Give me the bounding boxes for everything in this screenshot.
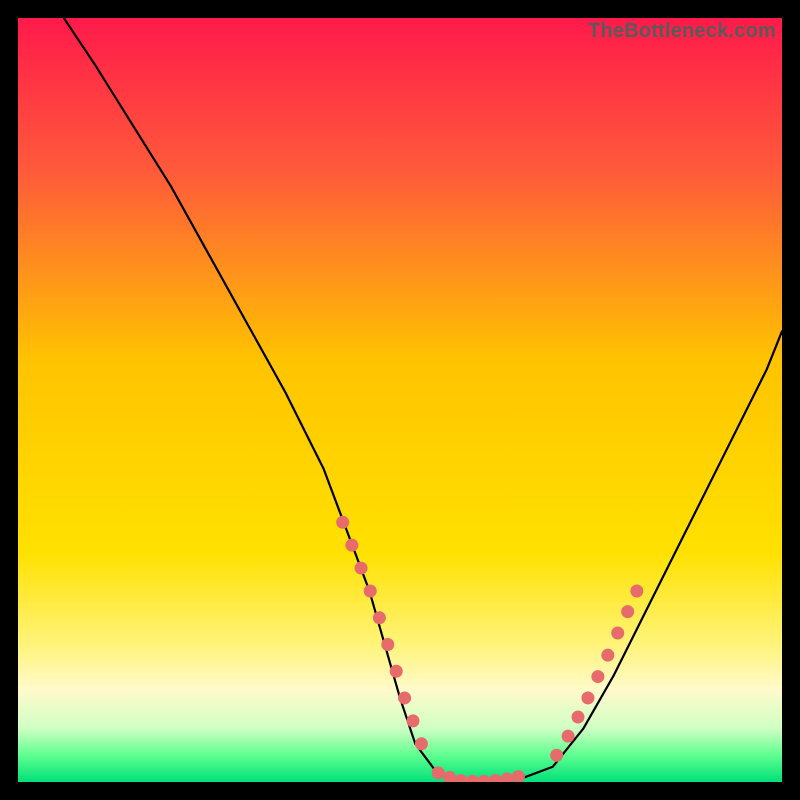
marker-dot <box>630 585 643 598</box>
watermark-text: TheBottleneck.com <box>588 20 776 43</box>
marker-dot <box>373 611 386 624</box>
marker-dot <box>355 562 368 575</box>
marker-dot <box>345 539 358 552</box>
marker-dot <box>572 711 585 724</box>
chart-frame: TheBottleneck.com <box>18 18 782 782</box>
marker-dot <box>364 585 377 598</box>
marker-dot <box>336 516 349 529</box>
marker-dot <box>406 714 419 727</box>
marker-dot <box>601 649 614 662</box>
bottleneck-chart <box>18 18 782 782</box>
marker-dot <box>398 691 411 704</box>
marker-dot <box>432 766 445 779</box>
marker-dot <box>381 638 394 651</box>
marker-dot <box>581 691 594 704</box>
marker-dot <box>611 627 624 640</box>
marker-dot <box>562 730 575 743</box>
marker-dot <box>390 665 403 678</box>
marker-dot <box>591 670 604 683</box>
marker-dot <box>550 749 563 762</box>
marker-dot <box>415 737 428 750</box>
marker-dot <box>621 605 634 618</box>
